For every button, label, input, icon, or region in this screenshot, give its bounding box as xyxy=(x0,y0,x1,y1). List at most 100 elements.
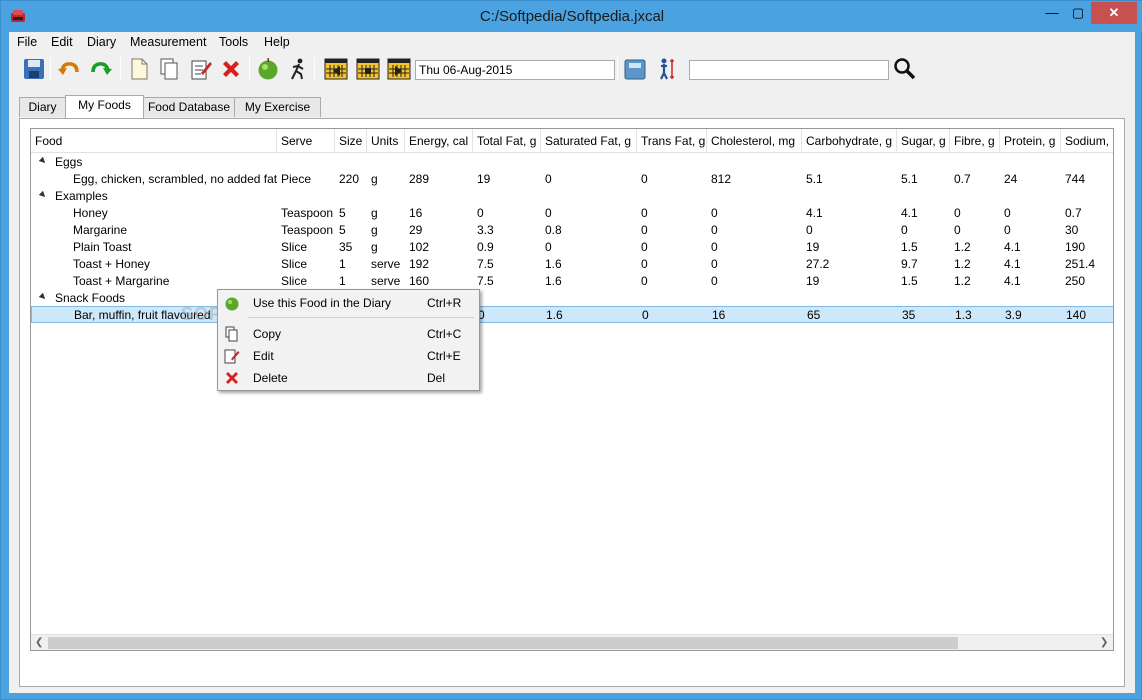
context-use-in-diary[interactable]: Use this Food in the Diary Ctrl+R xyxy=(220,293,477,314)
calendar-prev-icon[interactable] xyxy=(323,55,349,83)
table-cell: 4.1 xyxy=(1004,274,1021,288)
menu-file[interactable]: File xyxy=(17,35,37,49)
column-header[interactable]: Saturated Fat, g xyxy=(541,129,637,153)
table-cell: 4.1 xyxy=(1004,240,1021,254)
column-header[interactable]: Cholesterol, mg xyxy=(707,129,802,153)
redo-icon[interactable] xyxy=(88,55,114,83)
tab-my-foods[interactable]: My Foods xyxy=(65,95,144,118)
search-icon[interactable] xyxy=(892,55,918,83)
table-cell: Teaspoon xyxy=(281,223,334,237)
table-cell: 0 xyxy=(711,274,718,288)
maximize-button[interactable]: ▢ xyxy=(1065,2,1091,24)
scroll-right-icon[interactable]: ❯ xyxy=(1100,637,1108,648)
calendar-next-icon[interactable] xyxy=(386,55,412,83)
table-cell: 16 xyxy=(409,206,423,220)
table-cell: Piece xyxy=(281,172,312,186)
foods-table[interactable]: Food Serve Size Units Energy, cal Total Fat, … xyxy=(30,128,1114,651)
column-header[interactable]: Carbohydrate, g xyxy=(802,129,897,153)
apple-icon[interactable] xyxy=(255,55,281,83)
group-label: Eggs xyxy=(55,155,83,169)
column-header[interactable]: Serve xyxy=(277,129,335,153)
table-cell: 0 xyxy=(711,240,718,254)
table-cell: 0 xyxy=(806,223,813,237)
column-header[interactable]: Energy, cal xyxy=(405,129,473,153)
table-cell: Slice xyxy=(281,274,308,288)
column-header[interactable]: Trans Fat, g xyxy=(637,129,707,153)
search-input[interactable] xyxy=(689,60,889,80)
table-cell: 192 xyxy=(409,257,430,271)
table-row[interactable]: Margarine Teaspoon 5 g 29 3.3 0.8 0 0 0 0 0 0 30 xyxy=(31,222,1113,239)
table-cell: 0 xyxy=(641,172,648,186)
table-cell: 24 xyxy=(1004,172,1018,186)
table-cell: 0 xyxy=(901,223,908,237)
menu-measurement[interactable]: Measurement xyxy=(130,35,206,49)
menu-tools[interactable]: Tools xyxy=(219,35,248,49)
menu-help[interactable]: Help xyxy=(264,35,290,49)
scrollbar-thumb[interactable] xyxy=(48,637,958,649)
close-button[interactable]: ✕ xyxy=(1091,2,1137,24)
table-row[interactable]: Toast + Honey Slice 1 serve 192 7.5 1.6 0 0 27.2 9… xyxy=(31,256,1113,273)
context-delete[interactable]: Delete Del xyxy=(220,368,477,389)
context-edit[interactable]: Edit Ctrl+E xyxy=(220,346,477,367)
table-row[interactable]: Egg, chicken, scrambled, no added fat Pie… xyxy=(31,171,1113,188)
menu-diary[interactable]: Diary xyxy=(87,35,116,49)
table-cell: 30 xyxy=(1065,223,1079,237)
toolbar-separator xyxy=(314,57,315,81)
column-header[interactable]: Sugar, g xyxy=(897,129,950,153)
tab-diary[interactable]: Diary xyxy=(19,97,66,117)
window-title: C:/Softpedia/Softpedia.jxcal xyxy=(479,8,665,25)
exercise-icon[interactable] xyxy=(285,55,311,83)
column-header[interactable]: Units xyxy=(367,129,405,153)
edit-icon[interactable] xyxy=(188,55,214,83)
horizontal-scrollbar[interactable]: ❮ ❯ xyxy=(31,634,1113,650)
context-item-label: Copy xyxy=(253,327,282,341)
table-cell: 0 xyxy=(545,240,552,254)
expand-arrow-icon[interactable] xyxy=(38,156,48,166)
menu-edit[interactable]: Edit xyxy=(51,35,73,49)
group-row[interactable]: Eggs xyxy=(31,154,1113,171)
table-cell: 0 xyxy=(711,206,718,220)
copy-icon[interactable] xyxy=(156,55,182,83)
table-cell: 0 xyxy=(545,206,552,220)
calendar-today-icon[interactable] xyxy=(355,55,381,83)
minimize-button[interactable]: — xyxy=(1039,2,1065,24)
body-measure-icon[interactable] xyxy=(653,55,679,83)
delete-icon[interactable] xyxy=(218,55,244,83)
save-icon[interactable] xyxy=(21,55,47,83)
table-cell: Teaspoon xyxy=(281,206,334,220)
tab-food-database[interactable]: Food Database xyxy=(143,97,235,117)
context-item-label: Use this Food in the Diary xyxy=(253,296,392,310)
table-cell: 19 xyxy=(806,240,820,254)
table-cell: 5 xyxy=(339,206,346,220)
context-copy[interactable]: Copy Ctrl+C xyxy=(220,324,477,345)
table-cell: 1 xyxy=(339,274,346,288)
scale-icon[interactable] xyxy=(622,55,648,83)
table-cell: 1.3 xyxy=(955,308,972,322)
table-cell: Margarine xyxy=(73,223,128,237)
expand-arrow-icon[interactable] xyxy=(38,190,48,200)
column-header[interactable]: Total Fat, g xyxy=(473,129,541,153)
new-icon[interactable] xyxy=(126,55,152,83)
undo-icon[interactable] xyxy=(56,55,82,83)
toolbar-separator xyxy=(617,57,618,81)
column-header[interactable]: Size xyxy=(335,129,367,153)
table-cell: 102 xyxy=(409,240,430,254)
table-row[interactable]: Honey Teaspoon 5 g 16 0 0 0 0 4.1 4.1 0 0 0.7 xyxy=(31,205,1113,222)
table-cell: 1.6 xyxy=(545,274,562,288)
expand-arrow-icon[interactable] xyxy=(38,292,48,302)
table-cell: 251.4 xyxy=(1065,257,1096,271)
column-header[interactable]: Food xyxy=(31,129,277,153)
column-header[interactable]: Fibre, g xyxy=(950,129,1000,153)
date-field[interactable] xyxy=(415,60,615,80)
apple-icon xyxy=(225,297,239,311)
tab-my-exercise[interactable]: My Exercise xyxy=(234,97,321,117)
group-row[interactable]: Examples xyxy=(31,188,1113,205)
table-cell: Plain Toast xyxy=(73,240,132,254)
scroll-left-icon[interactable]: ❮ xyxy=(35,637,43,648)
table-cell: serve xyxy=(371,257,401,271)
table-row[interactable]: Toast + Margarine Slice 1 serve 160 7.5 1.6 0 0 1… xyxy=(31,273,1113,290)
table-cell: 0 xyxy=(954,206,961,220)
column-header[interactable]: Protein, g xyxy=(1000,129,1061,153)
table-row[interactable]: Plain Toast Slice 35 g 102 0.9 0 0 0 19 1.5 1.2 4.1 1… xyxy=(31,239,1113,256)
column-header[interactable]: Sodium, xyxy=(1061,129,1113,153)
